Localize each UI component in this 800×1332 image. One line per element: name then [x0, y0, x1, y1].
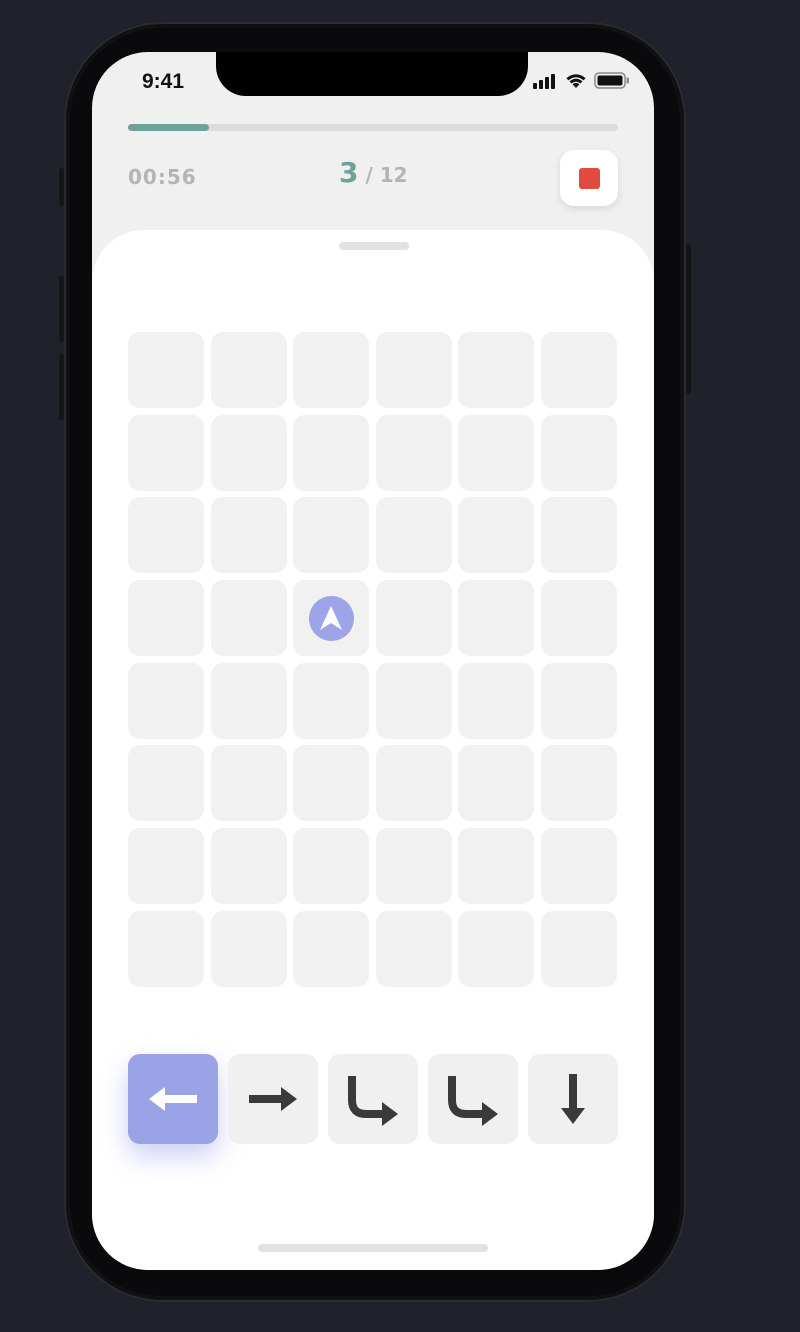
grid-cell[interactable]: [540, 662, 617, 739]
arrow-left-icon: [147, 1084, 199, 1114]
grid-cell[interactable]: [210, 497, 287, 574]
grid-cell[interactable]: [210, 828, 287, 905]
sheet-handle[interactable]: [339, 242, 409, 250]
step-total: / 12: [365, 163, 408, 187]
grid-cell[interactable]: [375, 332, 452, 408]
grid-cell[interactable]: [458, 745, 535, 822]
grid-cell[interactable]: [293, 332, 370, 408]
grid-cell[interactable]: [293, 414, 370, 491]
home-indicator[interactable]: [258, 1244, 488, 1252]
turn-right-icon: [446, 1072, 500, 1126]
grid-cell[interactable]: [128, 497, 204, 574]
progress-bar: [128, 124, 618, 131]
grid-cell[interactable]: [375, 910, 452, 987]
grid-cell[interactable]: [293, 662, 370, 739]
command-button[interactable]: [228, 1054, 318, 1144]
grid-cell[interactable]: [128, 910, 204, 987]
command-button[interactable]: [428, 1054, 518, 1144]
grid-cell[interactable]: [293, 828, 370, 905]
timer: 00:56: [128, 165, 197, 189]
grid-cell[interactable]: [210, 745, 287, 822]
volume-up-button: [59, 276, 64, 342]
volume-down-button: [59, 354, 64, 420]
grid-cell[interactable]: [293, 745, 370, 822]
game-sheet: [92, 230, 654, 1270]
grid-cell[interactable]: [375, 745, 452, 822]
grid-cell[interactable]: [210, 580, 287, 657]
grid-cell[interactable]: [375, 828, 452, 905]
grid-cell[interactable]: [210, 414, 287, 491]
grid-cell[interactable]: [458, 497, 535, 574]
grid-cell[interactable]: [458, 580, 535, 657]
grid-cell[interactable]: [540, 414, 617, 491]
grid-cell[interactable]: [540, 745, 617, 822]
arrow-right-icon: [247, 1084, 299, 1114]
app-screen: 9:41 00:56 3 / 12: [92, 52, 654, 1270]
grid-cell[interactable]: [375, 497, 452, 574]
grid-cell[interactable]: [458, 828, 535, 905]
grid-cell[interactable]: [128, 828, 204, 905]
grid-cell[interactable]: [128, 332, 204, 408]
progress-fill: [128, 124, 209, 131]
grid-cell[interactable]: [540, 332, 617, 408]
navigation-arrow-icon: [308, 595, 354, 641]
step-current: 3: [339, 156, 359, 189]
grid-cell[interactable]: [293, 497, 370, 574]
grid-cell[interactable]: [210, 910, 287, 987]
grid-cell[interactable]: [458, 662, 535, 739]
command-button[interactable]: [528, 1054, 618, 1144]
grid-cell[interactable]: [458, 910, 535, 987]
grid-cell[interactable]: [128, 414, 204, 491]
grid-cell[interactable]: [458, 414, 535, 491]
command-button[interactable]: [328, 1054, 418, 1144]
grid-cell[interactable]: [128, 745, 204, 822]
grid-cell[interactable]: [128, 580, 204, 657]
notch: [216, 52, 528, 96]
grid-cell[interactable]: [375, 580, 452, 657]
grid-cell[interactable]: [210, 662, 287, 739]
status-time: 9:41: [142, 70, 185, 93]
command-button[interactable]: [128, 1054, 218, 1144]
step-counter: 3 / 12: [339, 156, 408, 189]
wifi-icon: [566, 74, 586, 88]
grid-cell[interactable]: [293, 910, 370, 987]
command-palette: [128, 1054, 618, 1144]
signal-icon: [533, 73, 555, 89]
battery-icon: [594, 72, 629, 89]
grid-cell[interactable]: [540, 828, 617, 905]
grid-cell[interactable]: [128, 662, 204, 739]
grid-cell[interactable]: [540, 910, 617, 987]
grid-cell[interactable]: [210, 332, 287, 408]
grid-cell[interactable]: [458, 332, 535, 408]
status-icons: [532, 72, 630, 89]
grid-cell[interactable]: [540, 580, 617, 657]
stop-icon: [578, 167, 600, 189]
arrow-down-icon: [558, 1072, 588, 1126]
grid-cell[interactable]: [540, 497, 617, 574]
stop-button[interactable]: [560, 150, 618, 206]
power-button: [686, 244, 691, 394]
grid-cell[interactable]: [293, 580, 370, 657]
grid-cell[interactable]: [375, 662, 452, 739]
turn-right-icon: [346, 1072, 400, 1126]
grid-cell[interactable]: [375, 414, 452, 491]
mute-switch: [59, 168, 64, 206]
game-grid: [128, 332, 617, 987]
